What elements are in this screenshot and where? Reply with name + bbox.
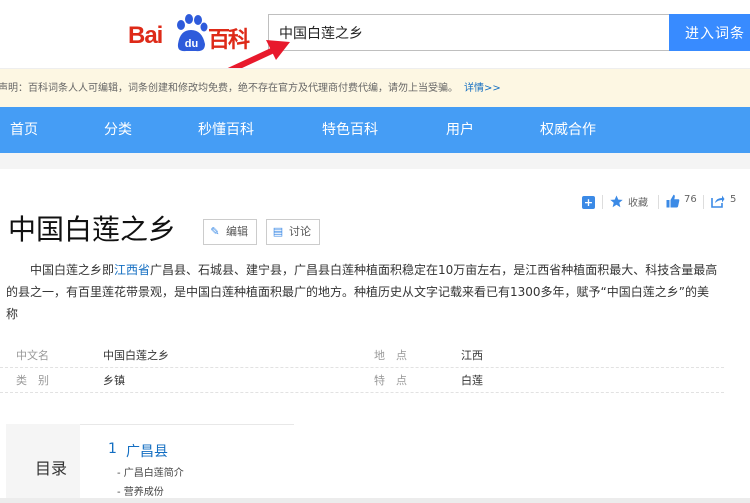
bottom-scroll-edge [0,498,750,503]
info-row: 类 别 乡镇 特 点 白莲 [0,368,724,393]
nav-item-category[interactable]: 分类 [104,107,132,153]
entry-title: 中国白莲之乡 [8,213,177,246]
comment-icon: ▤ [272,225,284,238]
pencil-icon: ✎ [210,225,220,238]
logo-du-text: du [185,38,198,50]
info-label: 中文名 [16,349,49,362]
catalog-title: 目录 [35,459,68,478]
collect-label: 收藏 [628,198,648,209]
search-box[interactable] [268,14,670,51]
info-value: 白莲 [461,374,483,387]
catalog-subitem[interactable]: - 广昌白莲简介 [117,464,184,479]
nav-item-authority[interactable]: 权威合作 [540,107,596,153]
discuss-label: 讨论 [289,225,311,238]
info-value: 江西 [461,349,483,362]
disclaimer-notice: 声明：百科词条人人可编辑，词条创建和修改均免费，绝不存在官方及代理商付费代编，请… [0,68,750,107]
toolbar-divider [602,195,603,209]
logo-bai-text: Bai [128,22,163,49]
summary-text-pre: 中国白莲之乡即 [30,263,115,277]
header: Bai du 百科 进入词条 [0,0,750,77]
discuss-button[interactable]: ▤ 讨论 [266,219,320,245]
info-label: 地 点 [374,349,407,362]
edit-label: 编辑 [226,225,248,238]
summary-link-jiangxi[interactable]: 江西省 [114,263,150,277]
edit-button[interactable]: ✎ 编辑 [203,219,257,245]
share-count: 5 [730,194,737,205]
nav-item-featured[interactable]: 特色百科 [322,107,378,153]
toolbar-divider [703,195,704,209]
info-row: 中文名 中国白莲之乡 地 点 江西 [0,343,724,368]
like-count: 76 [684,194,697,205]
toolbar-divider [658,195,659,209]
paw-icon: du [177,14,208,52]
nav-item-user[interactable]: 用户 [446,107,474,153]
nav-shadow-bar [0,153,750,169]
catalog-item-guangchang[interactable]: 广昌县 [126,441,168,461]
notice-text: 声明：百科词条人人可编辑，词条创建和修改均免费，绝不存在官方及代理商付费代编，请… [0,83,458,94]
notice-more-link[interactable]: 详情>> [464,83,501,94]
search-input[interactable] [269,15,669,50]
share-icon [711,195,725,208]
plus-icon[interactable]: + [582,196,595,209]
entry-summary: 中国白莲之乡即江西省广昌县、石城县、建宁县，广昌县白莲种植面积稳定在10万亩左右… [6,259,718,325]
catalog-subitem[interactable]: - 营养成份 [117,483,164,498]
enter-entry-button[interactable]: 进入词条 [669,14,750,51]
basic-info-table: 中文名 中国白莲之乡 地 点 江西 类 别 乡镇 特 点 白莲 [0,343,724,393]
star-icon [610,195,623,208]
info-label: 类 别 [16,374,49,387]
info-label: 特 点 [374,374,407,387]
nav-item-video-baike[interactable]: 秒懂百科 [198,107,254,153]
main-navbar: 首页 分类 秒懂百科 特色百科 用户 权威合作 [0,107,750,153]
catalog-item-number: 1 [108,441,117,457]
info-value: 中国白莲之乡 [103,349,169,362]
thumbs-up-icon [666,194,680,208]
info-value: 乡镇 [103,374,125,387]
nav-item-home[interactable]: 首页 [10,107,38,153]
